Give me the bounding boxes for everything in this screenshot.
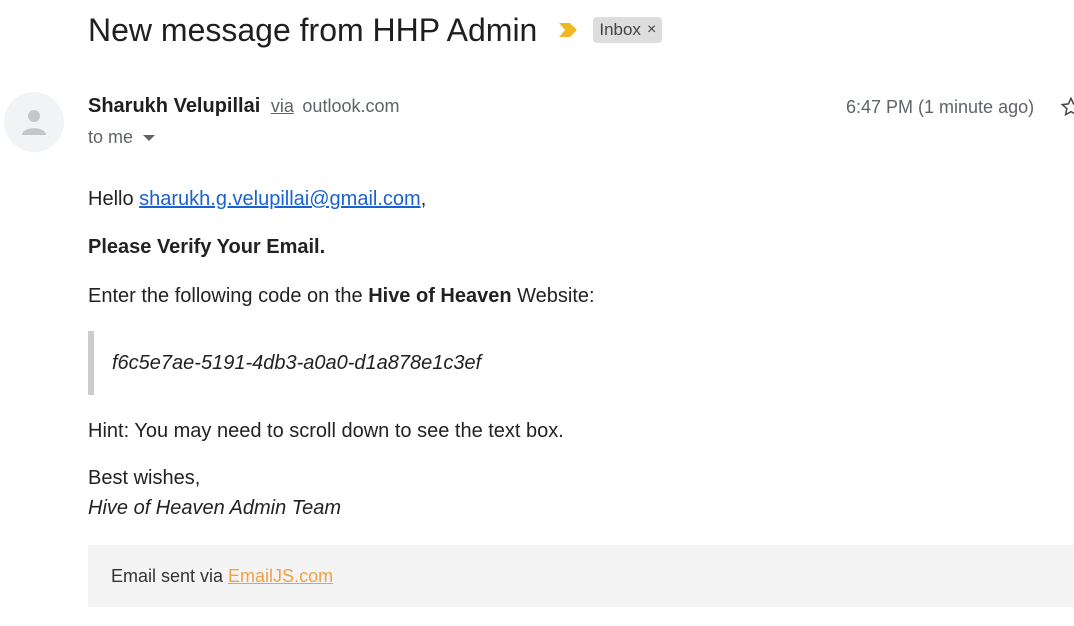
email-subject: New message from HHP Admin (88, 11, 538, 48)
sender-domain: outlook.com (302, 96, 400, 116)
hint-text: Hint: You may need to scroll down to see… (88, 420, 564, 442)
footer-box: Email sent via EmailJS.com (88, 545, 1074, 607)
instruction: Enter the following code on the Hive of … (88, 285, 595, 307)
email-link[interactable]: sharukh.g.velupillai@gmail.com (139, 188, 421, 210)
sender-line: Sharukh Velupillai via outlook.com (88, 95, 399, 118)
site-name: Hive of Heaven (368, 285, 512, 307)
signoff: Best wishes, (88, 467, 201, 489)
emailjs-link[interactable]: EmailJS.com (228, 566, 333, 586)
person-icon (22, 110, 46, 135)
recipient-line: to me (88, 127, 156, 148)
recipient-text: to me (88, 127, 134, 147)
chevron-down-icon[interactable] (143, 134, 156, 141)
avatar[interactable] (4, 92, 64, 152)
signature: Hive of Heaven Admin Team (88, 497, 342, 519)
star-icon[interactable] (1060, 96, 1074, 118)
sender-name[interactable]: Sharukh Velupillai (88, 95, 260, 117)
message-heading: Please Verify Your Email. (88, 236, 326, 258)
subject-row: New message from HHP Admin Inbox × (88, 8, 663, 52)
remove-label-icon[interactable]: × (647, 21, 656, 39)
importance-marker-icon[interactable] (557, 21, 579, 39)
code-blockquote: f6c5e7ae-5191-4db3-a0a0-d1a878e1c3ef (88, 331, 594, 395)
timestamp: 6:47 PM (1 minute ago) (846, 97, 1035, 117)
footer-text: Email sent via EmailJS.com (111, 565, 334, 586)
greeting: Hello sharukh.g.velupillai@gmail.com, (88, 188, 427, 210)
inbox-label-chip[interactable]: Inbox × (593, 17, 663, 43)
via-link[interactable]: via (271, 96, 294, 116)
inbox-label-text: Inbox (599, 20, 641, 39)
verification-code: f6c5e7ae-5191-4db3-a0a0-d1a878e1c3ef (112, 351, 482, 374)
